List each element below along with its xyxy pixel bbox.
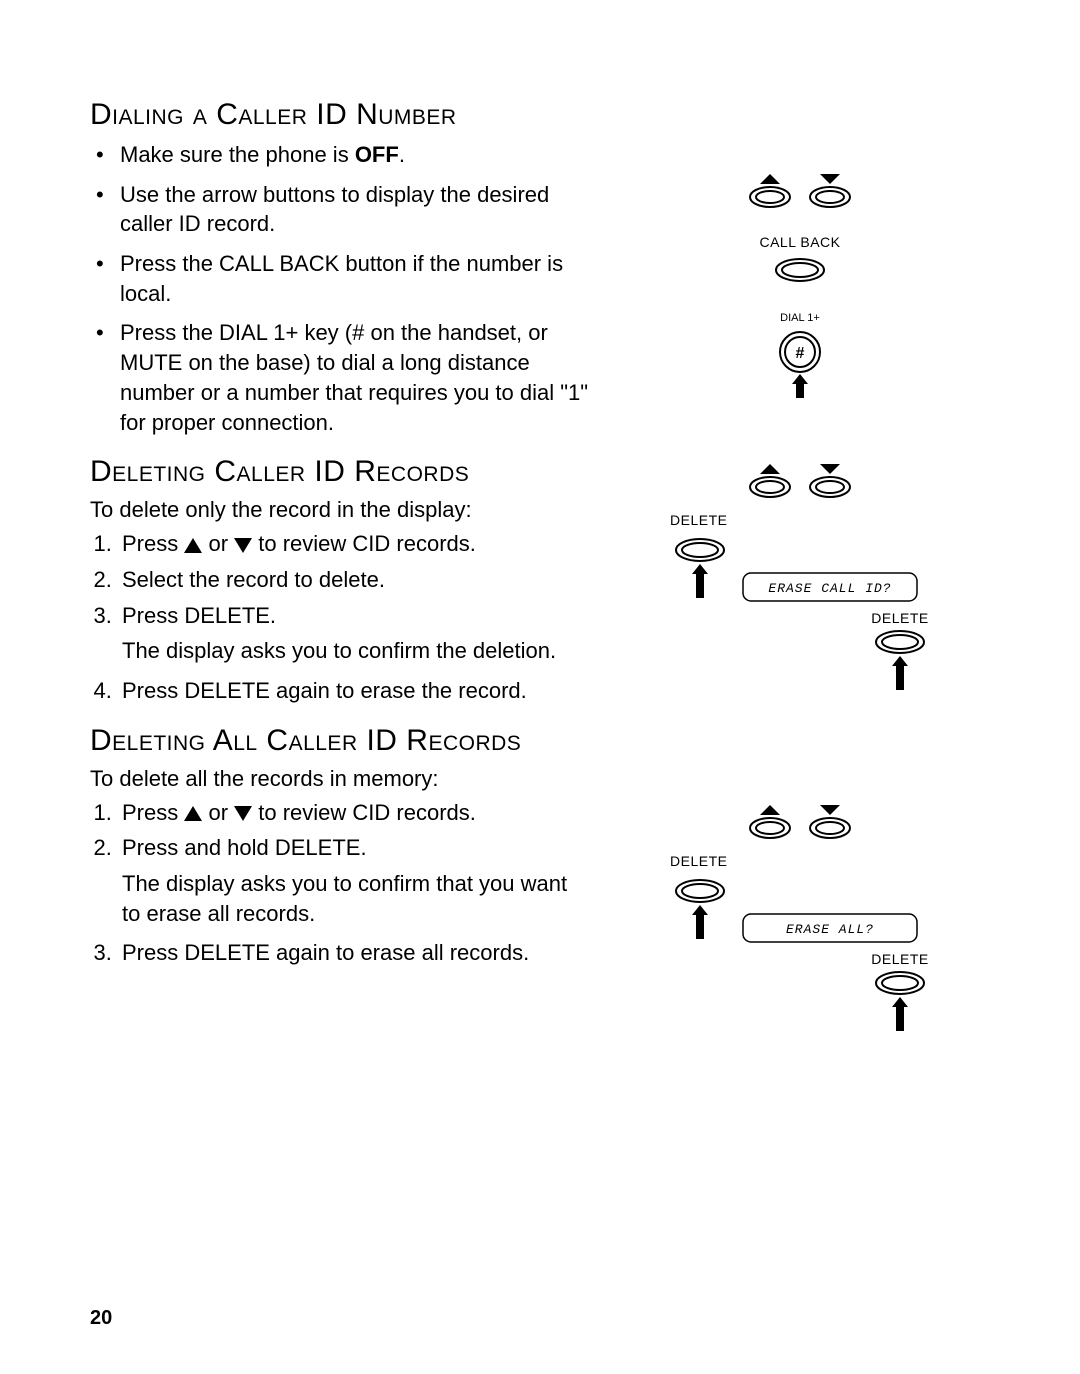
dial1-button-icon: # [770, 330, 830, 400]
step-item: Press DELETE again to erase the record. [118, 676, 590, 706]
step-item: Press DELETE again to erase all records. [118, 938, 590, 968]
figure-delete-all: DELETE ERASE ALL? DELETE [670, 801, 930, 1042]
delete-label: DELETE [670, 853, 727, 869]
bullet-list-dialing: Make sure the phone is OFF. Use the arro… [90, 140, 590, 437]
display-erase-call-id: ERASE CALL ID? [740, 570, 920, 604]
delete-button-icon [670, 534, 730, 604]
page-number: 20 [90, 1307, 112, 1330]
intro-text: To delete only the record in the display… [90, 497, 590, 523]
step-sub-text: The display asks you to confirm the dele… [122, 636, 590, 666]
down-arrow-icon [234, 806, 252, 821]
figure-dialing: CALL BACK DIAL 1+ # [740, 170, 860, 400]
arrow-buttons-icon [740, 460, 860, 500]
down-arrow-icon [234, 538, 252, 553]
text-column: Dialing a Caller ID Number Make sure the… [90, 80, 590, 1042]
manual-page: Dialing a Caller ID Number Make sure the… [0, 0, 1080, 1370]
bullet-item: Press the CALL BACK button if the number… [90, 249, 590, 308]
up-arrow-icon [184, 806, 202, 821]
bullet-item: Make sure the phone is OFF. [90, 140, 590, 170]
delete-label: DELETE [870, 951, 930, 967]
display-text: ERASE ALL? [786, 922, 874, 937]
delete-label: DELETE [670, 512, 727, 528]
delete-button-icon [670, 875, 730, 945]
figure-column: CALL BACK DIAL 1+ # [610, 80, 990, 1042]
delete-button-icon [870, 626, 930, 696]
dial1-label: DIAL 1+ [780, 312, 820, 324]
heading-dialing: Dialing a Caller ID Number [90, 98, 590, 132]
bullet-item: Press the DIAL 1+ key (# on the handset,… [90, 318, 590, 437]
call-back-button-icon [770, 256, 830, 284]
heading-deleting: Deleting Caller ID Records [90, 455, 590, 489]
delete-label: DELETE [870, 610, 930, 626]
step-item: Press DELETE. The display asks you to co… [118, 601, 590, 666]
figure-delete-single: DELETE ERASE CALL ID? DELETE [670, 460, 930, 701]
arrow-buttons-icon [740, 801, 860, 841]
heading-deleting-all: Deleting All Caller ID Records [90, 724, 590, 758]
bullet-item: Use the arrow buttons to display the des… [90, 180, 590, 239]
delete-button-icon [870, 967, 930, 1037]
up-arrow-icon [184, 538, 202, 553]
display-erase-all: ERASE ALL? [740, 911, 920, 945]
step-item: Press or to review CID records. [118, 798, 590, 828]
steps-deleting: Press or to review CID records. Select t… [90, 529, 590, 705]
step-item: Select the record to delete. [118, 565, 590, 595]
arrow-buttons-icon [740, 170, 860, 210]
intro-text: To delete all the records in memory: [90, 766, 590, 792]
call-back-label: CALL BACK [759, 234, 840, 250]
step-item: Press and hold DELETE. The display asks … [118, 833, 590, 928]
steps-deleting-all: Press or to review CID records. Press an… [90, 798, 590, 968]
step-item: Press or to review CID records. [118, 529, 590, 559]
step-sub-text: The display asks you to confirm that you… [122, 869, 590, 928]
hash-text: # [796, 345, 805, 362]
display-text: ERASE CALL ID? [768, 581, 891, 596]
